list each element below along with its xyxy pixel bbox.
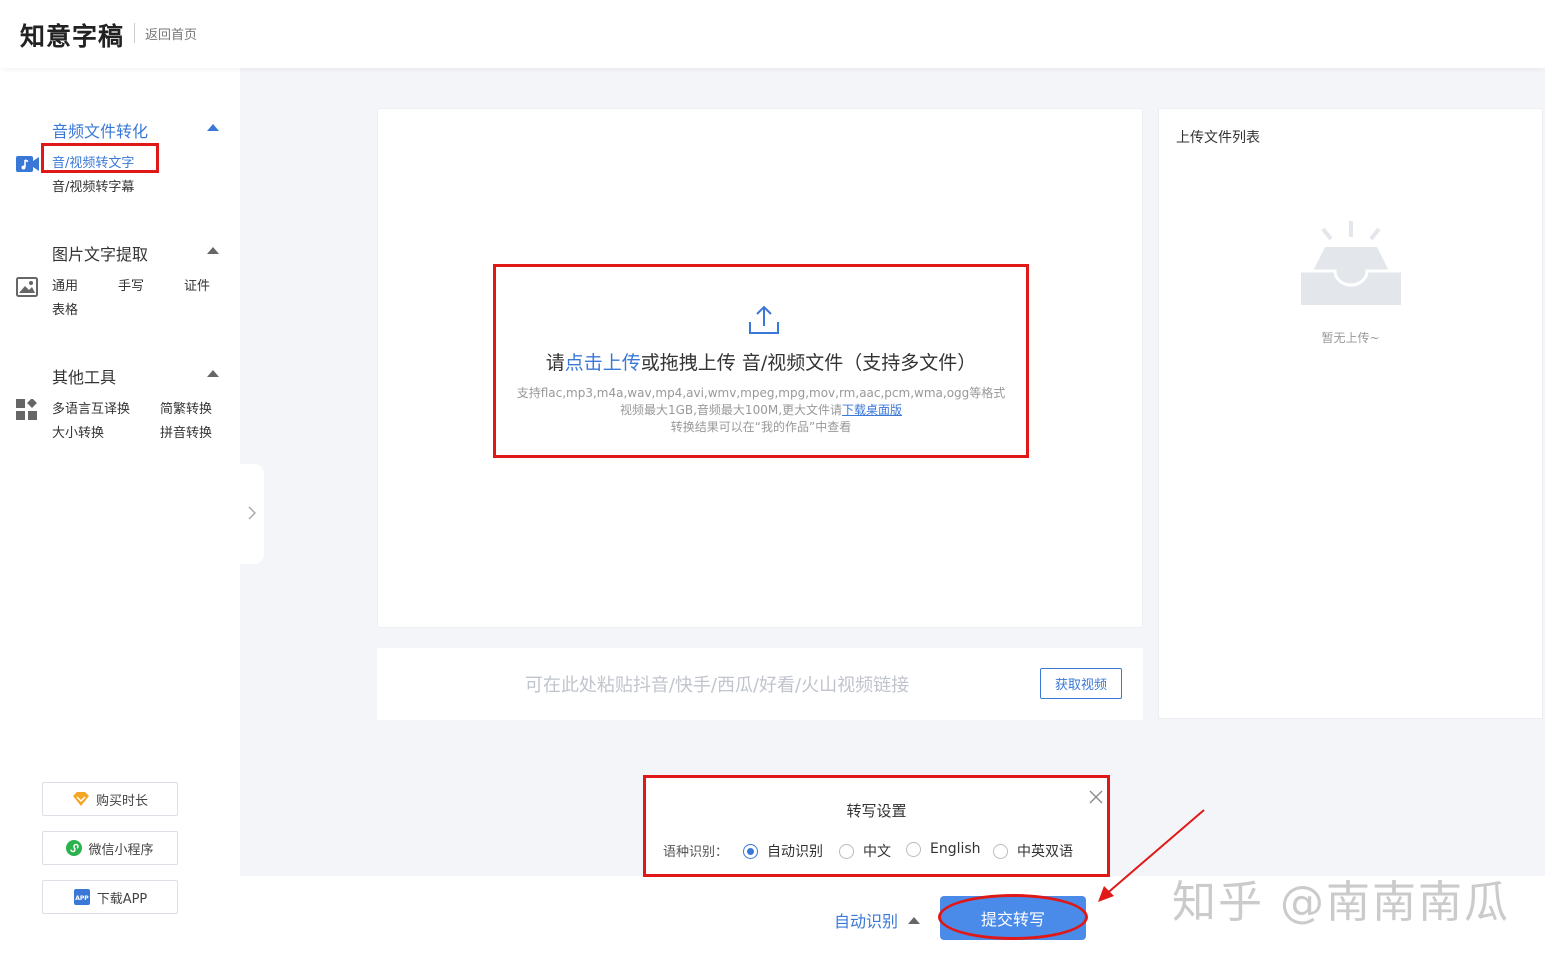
sidebar-section-tools-title[interactable]: 其他工具	[52, 364, 116, 388]
radio-bilingual[interactable]: 中英双语	[993, 841, 1073, 861]
upload-result-note: 转换结果可以在“我的作品”中查看	[670, 420, 852, 434]
sidebar-item-handwriting[interactable]: 手写	[118, 275, 144, 294]
upload-suffix: 或拖拽上传 音/视频文件（支持多文件）	[640, 352, 977, 374]
back-home-link[interactable]: 返回首页	[145, 24, 197, 43]
download-app-label: 下载APP	[96, 891, 148, 907]
radio-label: 中文	[863, 844, 891, 860]
video-link-bar: 获取视频	[377, 648, 1143, 720]
wechat-mini-program-button[interactable]: 微信小程序	[42, 831, 178, 865]
radio-auto-detect[interactable]: 自动识别	[743, 841, 823, 861]
upload-dropzone[interactable]: 请点击上传或拖拽上传 音/视频文件（支持多文件） 支持flac,mp3,m4a,…	[493, 264, 1029, 458]
chevron-right-icon	[248, 505, 257, 524]
download-desktop-link[interactable]: 下载桌面版	[842, 403, 902, 417]
radio-dot	[839, 843, 854, 859]
app-logo[interactable]: 知意字稿	[20, 17, 124, 53]
radio-label: 中英双语	[1017, 844, 1073, 860]
submit-transcribe-button[interactable]: 提交转写	[940, 896, 1086, 940]
radio-dot	[906, 841, 921, 857]
mini-program-label: 微信小程序	[88, 842, 154, 858]
settings-title: 转写设置	[846, 802, 907, 820]
upload-icon	[748, 304, 780, 340]
app-download-icon: APP	[73, 888, 91, 906]
music-video-icon	[16, 154, 40, 178]
sidebar-collapse-toggle[interactable]	[240, 464, 264, 564]
buy-time-button[interactable]: 购买时长	[42, 782, 178, 816]
download-app-button[interactable]: APP 下载APP	[42, 880, 178, 914]
sidebar-item-pinyin[interactable]: 拼音转换	[160, 422, 212, 441]
collapse-arrow-icon[interactable]	[207, 370, 219, 377]
app-icon-text: APP	[75, 895, 89, 902]
collapse-arrow-icon[interactable]	[207, 247, 219, 254]
radio-dot	[993, 843, 1008, 859]
top-header: 知意字稿 返回首页	[0, 0, 1545, 68]
sidebar-item-table[interactable]: 表格	[52, 299, 78, 318]
upload-instruction: 请点击上传或拖拽上传 音/视频文件（支持多文件）	[496, 348, 1026, 375]
upload-size-note: 视频最大1GB,音频最大100M,更大文件请下载桌面版	[496, 401, 1026, 418]
image-icon	[16, 277, 38, 301]
bottom-action-bar: 自动识别 提交转写	[240, 876, 1545, 960]
sidebar-item-id-card[interactable]: 证件	[184, 275, 210, 294]
sidebar-item-translate[interactable]: 多语言互译换	[52, 398, 130, 417]
sidebar-item-trad-simp[interactable]: 简繁转换	[160, 398, 212, 417]
file-list-title: 上传文件列表	[1176, 130, 1260, 146]
sidebar-item-case-convert[interactable]: 大小转换	[52, 422, 104, 441]
radio-dot	[743, 843, 758, 859]
language-mode-label: 自动识别	[834, 912, 899, 931]
language-mode-dropdown[interactable]: 自动识别	[834, 908, 921, 932]
sidebar-item-audio-to-subtitle[interactable]: 音/视频转字幕	[52, 176, 134, 195]
radio-label: 自动识别	[767, 844, 823, 860]
upload-prefix: 请	[545, 352, 565, 374]
caret-up-icon	[908, 916, 921, 924]
click-upload-link[interactable]: 点击上传	[565, 352, 641, 374]
video-link-input[interactable]	[397, 668, 1037, 702]
sidebar-section-audio-title[interactable]: 音频文件转化	[52, 118, 148, 142]
radio-english[interactable]: English	[906, 841, 981, 857]
radio-label: English	[930, 841, 981, 857]
close-icon[interactable]	[1089, 789, 1103, 808]
empty-state-text: 暂无上传~	[1321, 331, 1380, 345]
header-divider	[134, 23, 135, 43]
upload-formats: 支持flac,mp3,m4a,wav,mp4,avi,wmv,mpeg,mpg,…	[516, 386, 1006, 400]
mini-program-icon	[66, 840, 83, 856]
sidebar-section-image-title[interactable]: 图片文字提取	[52, 241, 148, 265]
sidebar-item-audio-to-text[interactable]: 音/视频转文字	[52, 152, 134, 171]
transcribe-settings-popup: 转写设置 语种识别： 自动识别 中文 English 中英双语	[643, 775, 1110, 877]
sidebar-item-general[interactable]: 通用	[52, 275, 78, 294]
diamond-icon	[72, 791, 90, 807]
collapse-arrow-icon[interactable]	[207, 124, 219, 131]
buy-time-label: 购买时长	[95, 793, 148, 809]
fetch-video-button[interactable]: 获取视频	[1040, 668, 1122, 699]
upload-file-list-panel: 上传文件列表 暂无上传~	[1158, 108, 1543, 719]
radio-chinese[interactable]: 中文	[839, 841, 891, 861]
language-label: 语种识别：	[663, 845, 729, 860]
sidebar: 音频文件转化 音/视频转文字 音/视频转字幕 图片文字提取 通用 手写 证件 表…	[0, 68, 240, 960]
size-note-text: 视频最大1GB,音频最大100M,更大文件请	[619, 403, 843, 417]
apps-grid-icon	[16, 398, 38, 425]
empty-inbox-icon	[1299, 219, 1403, 311]
